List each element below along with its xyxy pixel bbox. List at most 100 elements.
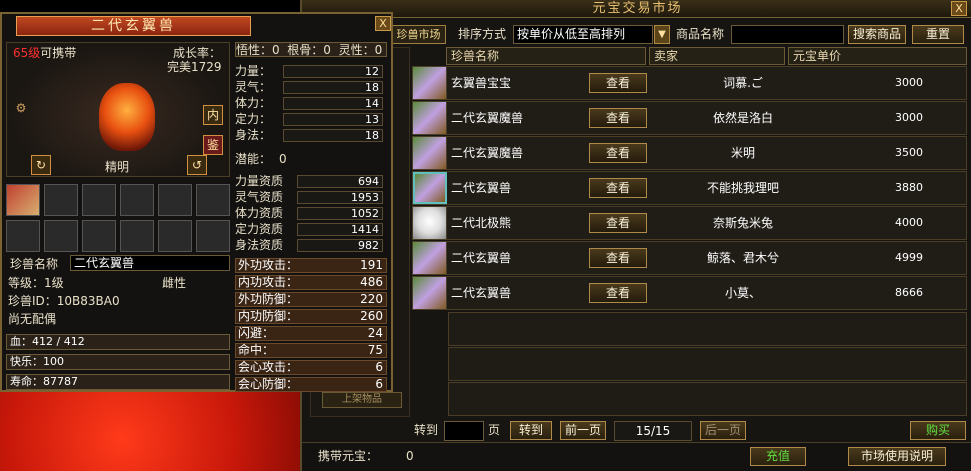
attr-row: 身法： 18	[235, 128, 387, 143]
column-header-pet-name: 珍兽名称	[446, 47, 646, 65]
aptitude-row: 力量资质 694	[235, 174, 387, 189]
view-button[interactable]: 查看	[589, 213, 647, 233]
attr-value: 14	[283, 97, 383, 110]
skill-slot[interactable]	[6, 220, 40, 252]
listing-price: 3500	[895, 146, 923, 159]
skill-slot[interactable]	[196, 220, 230, 252]
listing-seller: 奈斯兔米兔	[712, 216, 773, 230]
combat-stat-row: 内功攻击： 486	[235, 275, 387, 290]
listing-row[interactable]: 二代玄翼兽 查看 鲸落、君木兮 4999	[412, 241, 967, 275]
view-button[interactable]: 查看	[589, 283, 647, 303]
market-footer: 携带元宝： 0 充值 市场使用说明	[302, 442, 971, 471]
list-item-button[interactable]: 上架物品	[322, 392, 402, 408]
listing-price: 4999	[895, 251, 923, 264]
reset-button[interactable]: 重置	[912, 25, 964, 44]
goto-button[interactable]: 转到	[510, 421, 552, 440]
polar-bear-thumbnail-icon	[413, 207, 447, 239]
sort-select[interactable]: 按单价从低至高排列	[513, 25, 653, 44]
pet-name-input[interactable]: 二代玄翼兽	[70, 255, 230, 271]
pet-name-label: 珍兽名称	[10, 257, 59, 271]
listing-name: 二代玄翼兽	[451, 286, 512, 300]
combat-stat-row: 外功攻击： 191	[235, 258, 387, 273]
listing-price: 4000	[895, 216, 923, 229]
buy-button[interactable]: 购买	[910, 421, 966, 440]
attr-row: 力量： 12	[235, 64, 387, 79]
listing-row[interactable]: 二代玄翼魔兽 查看 米明 3500	[412, 136, 967, 170]
search-button[interactable]: 搜索商品	[848, 25, 906, 44]
listing-row[interactable]: 二代玄翼兽 查看 不能挑我理吧 3880	[412, 171, 967, 205]
yuanbao-label: 携带元宝：	[318, 449, 379, 463]
pet-thumbnail-icon	[413, 172, 447, 204]
listing-seller: 不能挑我理吧	[706, 181, 779, 195]
combat-stat-row: 命中： 75	[235, 343, 387, 358]
view-button[interactable]: 查看	[589, 108, 647, 128]
attr-value: 18	[283, 81, 383, 94]
rotate-right-icon[interactable]: ↺	[187, 155, 207, 175]
empty-listing-row	[448, 382, 967, 416]
pet-portrait: 65级可携带 成长率： 完美1729 ⚙ 内 鉴 ↻ ↺ 精明	[6, 42, 230, 177]
market-title: 元宝交易市场	[302, 0, 971, 18]
column-header-seller: 卖家	[649, 47, 785, 65]
pet-panel-close-button[interactable]: X	[375, 16, 391, 31]
listing-price: 3880	[895, 181, 923, 194]
skill-slot[interactable]	[196, 184, 230, 216]
market-close-button[interactable]: X	[951, 1, 967, 16]
lifespan-bar: 寿命：87787	[6, 374, 230, 390]
view-button[interactable]: 查看	[589, 178, 647, 198]
rotate-icon[interactable]: ⚙	[11, 99, 31, 119]
listing-row[interactable]: 二代玄翼魔兽 查看 依然是洛白 3000	[412, 101, 967, 135]
aptitude-value: 1953	[297, 191, 383, 204]
sort-label: 排序方式	[458, 27, 507, 41]
nei-button[interactable]: 内	[203, 105, 223, 125]
goto-label: 转到	[414, 423, 439, 437]
skill-slot-filled[interactable]	[6, 184, 40, 216]
appraise-button[interactable]: 鉴	[203, 135, 223, 155]
empty-listing-row	[448, 312, 967, 346]
pet-thumbnail-icon	[413, 67, 447, 99]
skill-slot[interactable]	[44, 220, 78, 252]
listing-name: 二代玄翼魔兽	[451, 146, 524, 160]
view-button[interactable]: 查看	[589, 248, 647, 268]
skill-slot[interactable]	[82, 184, 116, 216]
aptitude-value: 1414	[297, 223, 383, 236]
aptitude-value: 982	[297, 239, 383, 252]
next-page-button[interactable]: 后一页	[700, 421, 746, 440]
aptitude-value: 1052	[297, 207, 383, 220]
listing-seller: 小莫、	[724, 286, 761, 300]
pet-gender: 雌性	[162, 276, 187, 290]
page-number-input[interactable]	[444, 421, 484, 441]
attr-row: 灵气： 18	[235, 80, 387, 95]
level-requirement: 65级	[13, 46, 41, 60]
listing-row[interactable]: 玄翼兽宝宝 查看 词慕.ご 3000	[412, 66, 967, 100]
listing-name: 二代玄翼魔兽	[451, 111, 524, 125]
tab-pet-market[interactable]: 珍兽市场	[391, 25, 446, 44]
attr-value: 13	[283, 113, 383, 126]
chevron-down-icon[interactable]: ▼	[654, 25, 670, 44]
carry-label: 可携带	[40, 46, 77, 60]
listing-seller: 鲸落、君木兮	[706, 251, 779, 265]
view-button[interactable]: 查看	[589, 73, 647, 93]
skill-slot[interactable]	[82, 220, 116, 252]
listing-row[interactable]: 二代北极熊 查看 奈斯兔米兔 4000	[412, 206, 967, 240]
skill-slot[interactable]	[120, 184, 154, 216]
rotate-left-icon[interactable]: ↻	[31, 155, 51, 175]
yuanbao-market-window: 元宝交易市场 X 珍兽市场 排序方式 按单价从低至高排列 ▼ 商品名称 搜索商品…	[300, 0, 971, 471]
skill-slot[interactable]	[158, 220, 192, 252]
market-help-button[interactable]: 市场使用说明	[848, 447, 946, 466]
pet-id: 珍兽ID：10B83BA0	[8, 294, 120, 308]
product-name-input[interactable]	[731, 25, 844, 44]
combat-stat-row: 外功防御： 220	[235, 292, 387, 307]
hp-bar: 血：412 / 412	[6, 334, 230, 350]
recharge-button[interactable]: 充值	[750, 447, 806, 466]
skill-slot[interactable]	[44, 184, 78, 216]
listing-name: 玄翼兽宝宝	[451, 76, 512, 90]
page-unit-label: 页	[488, 423, 501, 437]
skill-slot[interactable]	[158, 184, 192, 216]
listing-row[interactable]: 二代玄翼兽 查看 小莫、 8666	[412, 276, 967, 310]
skill-slot[interactable]	[120, 220, 154, 252]
aptitude-value: 694	[297, 175, 383, 188]
growth-value: 完美1729	[167, 60, 222, 74]
prev-page-button[interactable]: 前一页	[560, 421, 606, 440]
listing-name: 二代玄翼兽	[451, 251, 512, 265]
view-button[interactable]: 查看	[589, 143, 647, 163]
